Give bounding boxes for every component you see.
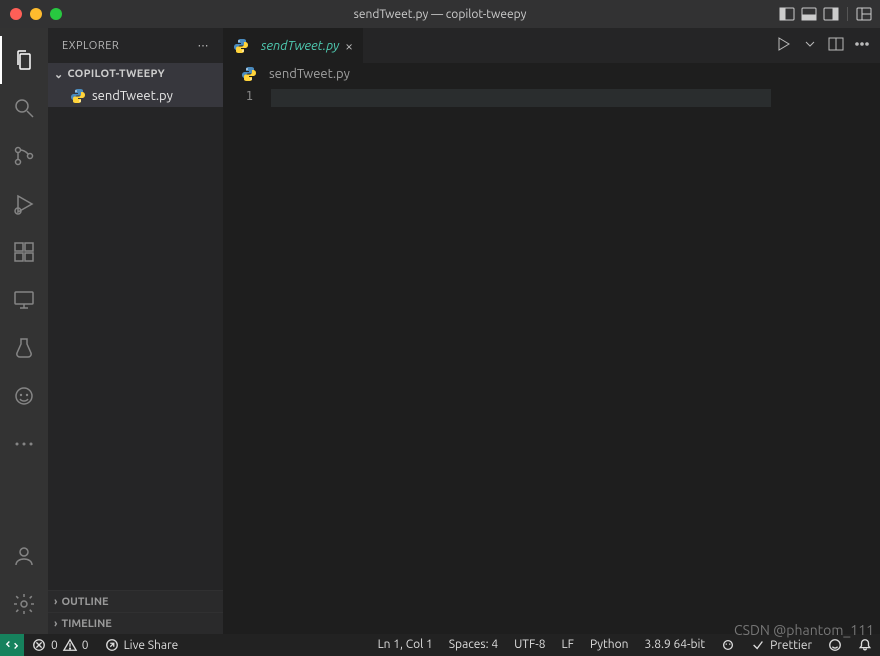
status-spaces[interactable]: Spaces: 4	[441, 638, 506, 651]
status-bell-icon[interactable]	[850, 638, 880, 652]
status-live-share[interactable]: Live Share	[97, 634, 187, 656]
python-file-icon	[241, 66, 257, 82]
editor-more-icon[interactable]	[854, 36, 870, 55]
main-area: EXPLORER ⋯ ⌄ COPILOT-TWEEPY sendTweet.py…	[0, 28, 880, 634]
window-controls	[0, 8, 62, 20]
file-item-sendtweet[interactable]: sendTweet.py	[48, 85, 223, 107]
current-line-highlight	[271, 89, 771, 107]
status-eol[interactable]: LF	[554, 638, 582, 651]
explorer-sidebar: EXPLORER ⋯ ⌄ COPILOT-TWEEPY sendTweet.py…	[48, 28, 223, 634]
explorer-more-icon[interactable]: ⋯	[198, 39, 210, 52]
editor-actions	[776, 28, 880, 63]
folder-name: COPILOT-TWEEPY	[68, 68, 165, 80]
layout-sidebar-left-icon[interactable]	[779, 6, 795, 22]
section-outline[interactable]: › OUTLINE	[48, 590, 223, 612]
window-title: sendTweet.py — copilot-tweepy	[0, 8, 880, 21]
status-copilot-icon[interactable]	[713, 638, 743, 652]
activity-more-icon[interactable]	[0, 420, 48, 468]
line-gutter: 1	[223, 85, 271, 634]
status-encoding[interactable]: UTF-8	[506, 638, 553, 651]
warning-count: 0	[82, 639, 89, 652]
breadcrumb[interactable]: sendTweet.py	[223, 63, 880, 85]
folder-header[interactable]: ⌄ COPILOT-TWEEPY	[48, 63, 223, 85]
activity-search[interactable]	[0, 84, 48, 132]
activity-settings[interactable]	[0, 580, 48, 628]
run-chevron-icon[interactable]	[802, 36, 818, 55]
section-label: TIMELINE	[61, 618, 111, 630]
run-icon[interactable]	[776, 36, 792, 55]
activity-copilot[interactable]	[0, 372, 48, 420]
close-tab-icon[interactable]: ×	[345, 38, 353, 54]
chevron-right-icon: ›	[54, 618, 57, 630]
activity-bottom	[0, 532, 48, 634]
activity-source-control[interactable]	[0, 132, 48, 180]
tab-bar: sendTweet.py ×	[223, 28, 880, 63]
python-file-icon	[70, 88, 86, 104]
python-file-icon	[233, 38, 249, 54]
activity-accounts[interactable]	[0, 532, 48, 580]
status-feedback-icon[interactable]	[820, 638, 850, 652]
section-label: OUTLINE	[61, 596, 108, 608]
status-bar: 0 0 Live Share Ln 1, Col 1 Spaces: 4 UTF…	[0, 634, 880, 656]
status-interpreter[interactable]: 3.8.9 64-bit	[637, 638, 714, 651]
breadcrumb-label: sendTweet.py	[269, 67, 350, 81]
tab-sendtweet[interactable]: sendTweet.py ×	[223, 28, 364, 63]
file-name: sendTweet.py	[92, 89, 173, 103]
customize-layout-icon[interactable]	[856, 6, 872, 22]
editor-group: sendTweet.py × sendTweet.py 1	[223, 28, 880, 634]
file-tree: sendTweet.py	[48, 85, 223, 590]
activity-testing[interactable]	[0, 324, 48, 372]
sidebar-sections: › OUTLINE › TIMELINE	[48, 590, 223, 634]
chevron-right-icon: ›	[54, 596, 57, 608]
activity-remote-explorer[interactable]	[0, 276, 48, 324]
maximize-window-button[interactable]	[50, 8, 62, 20]
activity-bar	[0, 28, 48, 634]
title-actions	[779, 6, 880, 22]
code-area[interactable]	[271, 85, 880, 634]
status-prettier[interactable]: Prettier	[743, 638, 820, 652]
activity-run-debug[interactable]	[0, 180, 48, 228]
titlebar: sendTweet.py — copilot-tweepy	[0, 0, 880, 28]
status-problems[interactable]: 0 0	[24, 634, 97, 656]
chevron-down-icon: ⌄	[54, 68, 64, 81]
line-number: 1	[223, 89, 253, 103]
error-count: 0	[51, 639, 58, 652]
explorer-title: EXPLORER	[62, 40, 119, 52]
activity-extensions[interactable]	[0, 228, 48, 276]
close-window-button[interactable]	[10, 8, 22, 20]
split-editor-icon[interactable]	[828, 36, 844, 55]
status-language[interactable]: Python	[582, 638, 637, 651]
tab-label: sendTweet.py	[261, 39, 339, 53]
separator	[847, 7, 848, 21]
section-timeline[interactable]: › TIMELINE	[48, 612, 223, 634]
activity-explorer[interactable]	[0, 36, 48, 84]
status-cursor[interactable]: Ln 1, Col 1	[370, 638, 441, 651]
editor-body[interactable]: 1	[223, 85, 880, 634]
explorer-header: EXPLORER ⋯	[48, 28, 223, 63]
remote-indicator[interactable]	[0, 634, 24, 656]
layout-panel-icon[interactable]	[801, 6, 817, 22]
minimize-window-button[interactable]	[30, 8, 42, 20]
layout-sidebar-right-icon[interactable]	[823, 6, 839, 22]
live-share-label: Live Share	[124, 639, 179, 652]
